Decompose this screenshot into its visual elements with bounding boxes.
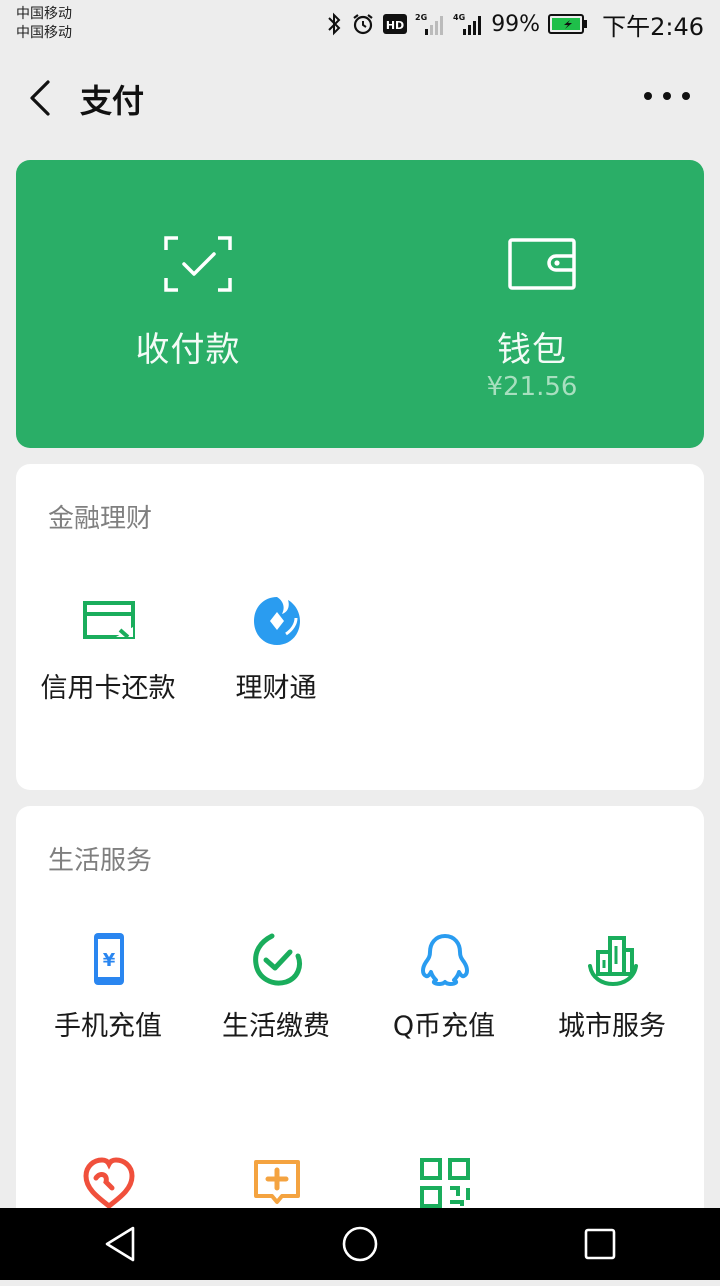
life-services-section-title: 生活服务 xyxy=(48,846,153,876)
charity-heart-icon xyxy=(83,1157,135,1210)
carrier-2: 中国移动 xyxy=(16,25,72,41)
credit-card-icon xyxy=(83,601,135,639)
phone-recharge-icon: ¥ xyxy=(94,933,124,985)
system-nav-bar xyxy=(0,1208,720,1280)
phone-recharge-label: 手机充值 xyxy=(54,1011,162,1042)
wallet-card: 收付款 钱包 ¥21.56 xyxy=(16,160,704,448)
finance-section-title: 金融理财 xyxy=(48,504,153,534)
hd-icon: HD xyxy=(383,14,408,34)
battery-icon xyxy=(548,14,588,34)
receive-pay-button[interactable]: 收付款 xyxy=(16,160,360,448)
back-arrow-icon[interactable] xyxy=(22,78,58,118)
wallet-balance: ¥21.56 xyxy=(486,372,578,402)
wallet-button[interactable]: 钱包 ¥21.56 xyxy=(360,160,704,448)
battery-percent: 99% xyxy=(491,11,541,37)
finance-section: 金融理财 信用卡还款 理财通 xyxy=(16,464,704,790)
nav-home-circle-icon xyxy=(342,1226,378,1262)
carrier-info: 中国移动 中国移动 xyxy=(16,5,72,43)
carrier-1: 中国移动 xyxy=(16,6,72,22)
svg-text:2G: 2G xyxy=(415,13,427,22)
status-icons: HD 2G 4G 99% 下午2:46 xyxy=(325,7,704,42)
city-service-item[interactable]: 城市服务 xyxy=(526,932,698,1062)
licaitong-item[interactable]: 理财通 xyxy=(190,594,362,724)
city-service-label: 城市服务 xyxy=(558,1011,666,1042)
nav-back-button[interactable] xyxy=(80,1214,160,1274)
receive-pay-label: 收付款 xyxy=(135,330,241,370)
bluetooth-icon xyxy=(328,12,341,36)
licaitong-icon xyxy=(254,597,300,645)
city-service-icon xyxy=(588,936,638,986)
utility-payment-item[interactable]: 生活缴费 xyxy=(190,932,362,1062)
header: 支付 xyxy=(0,48,720,148)
medical-plus-icon xyxy=(254,1160,300,1204)
wallet-icon xyxy=(508,238,576,290)
qr-code-icon xyxy=(420,1158,470,1208)
utility-payment-icon xyxy=(253,933,302,986)
page-title: 支付 xyxy=(80,82,145,120)
phone-recharge-item[interactable]: ¥ 手机充值 xyxy=(22,932,194,1062)
credit-card-repay-label: 信用卡还款 xyxy=(40,673,176,704)
qq-coin-icon xyxy=(421,934,469,986)
clock: 下午2:46 xyxy=(602,12,704,41)
nav-home-button[interactable] xyxy=(320,1214,400,1274)
scan-check-icon xyxy=(164,236,232,292)
wallet-label: 钱包 xyxy=(497,330,567,370)
svg-text:4G: 4G xyxy=(453,13,465,22)
signal-2g-icon: 2G xyxy=(415,13,444,35)
utility-payment-label: 生活缴费 xyxy=(222,1011,330,1042)
life-services-section: 生活服务 ¥ 手机充值 生活缴费 Q币充值 城市服务 xyxy=(16,806,704,1226)
status-bar: 中国移动 中国移动 HD 2G 4G 99% 下午2:46 xyxy=(0,0,720,48)
nav-recents-square-icon xyxy=(584,1228,616,1260)
licaitong-label: 理财通 xyxy=(235,673,317,704)
alarm-icon xyxy=(353,14,373,35)
qq-coin-label: Q币充值 xyxy=(392,1011,496,1042)
more-options-icon[interactable] xyxy=(644,86,690,106)
svg-text:HD: HD xyxy=(386,19,404,32)
signal-4g-icon: 4G xyxy=(453,13,482,35)
credit-card-repay-item[interactable]: 信用卡还款 xyxy=(22,594,194,724)
qq-coin-item[interactable]: Q币充值 xyxy=(358,932,530,1062)
svg-text:¥: ¥ xyxy=(103,950,116,971)
nav-back-triangle-icon xyxy=(105,1226,135,1262)
nav-recents-button[interactable] xyxy=(560,1214,640,1274)
